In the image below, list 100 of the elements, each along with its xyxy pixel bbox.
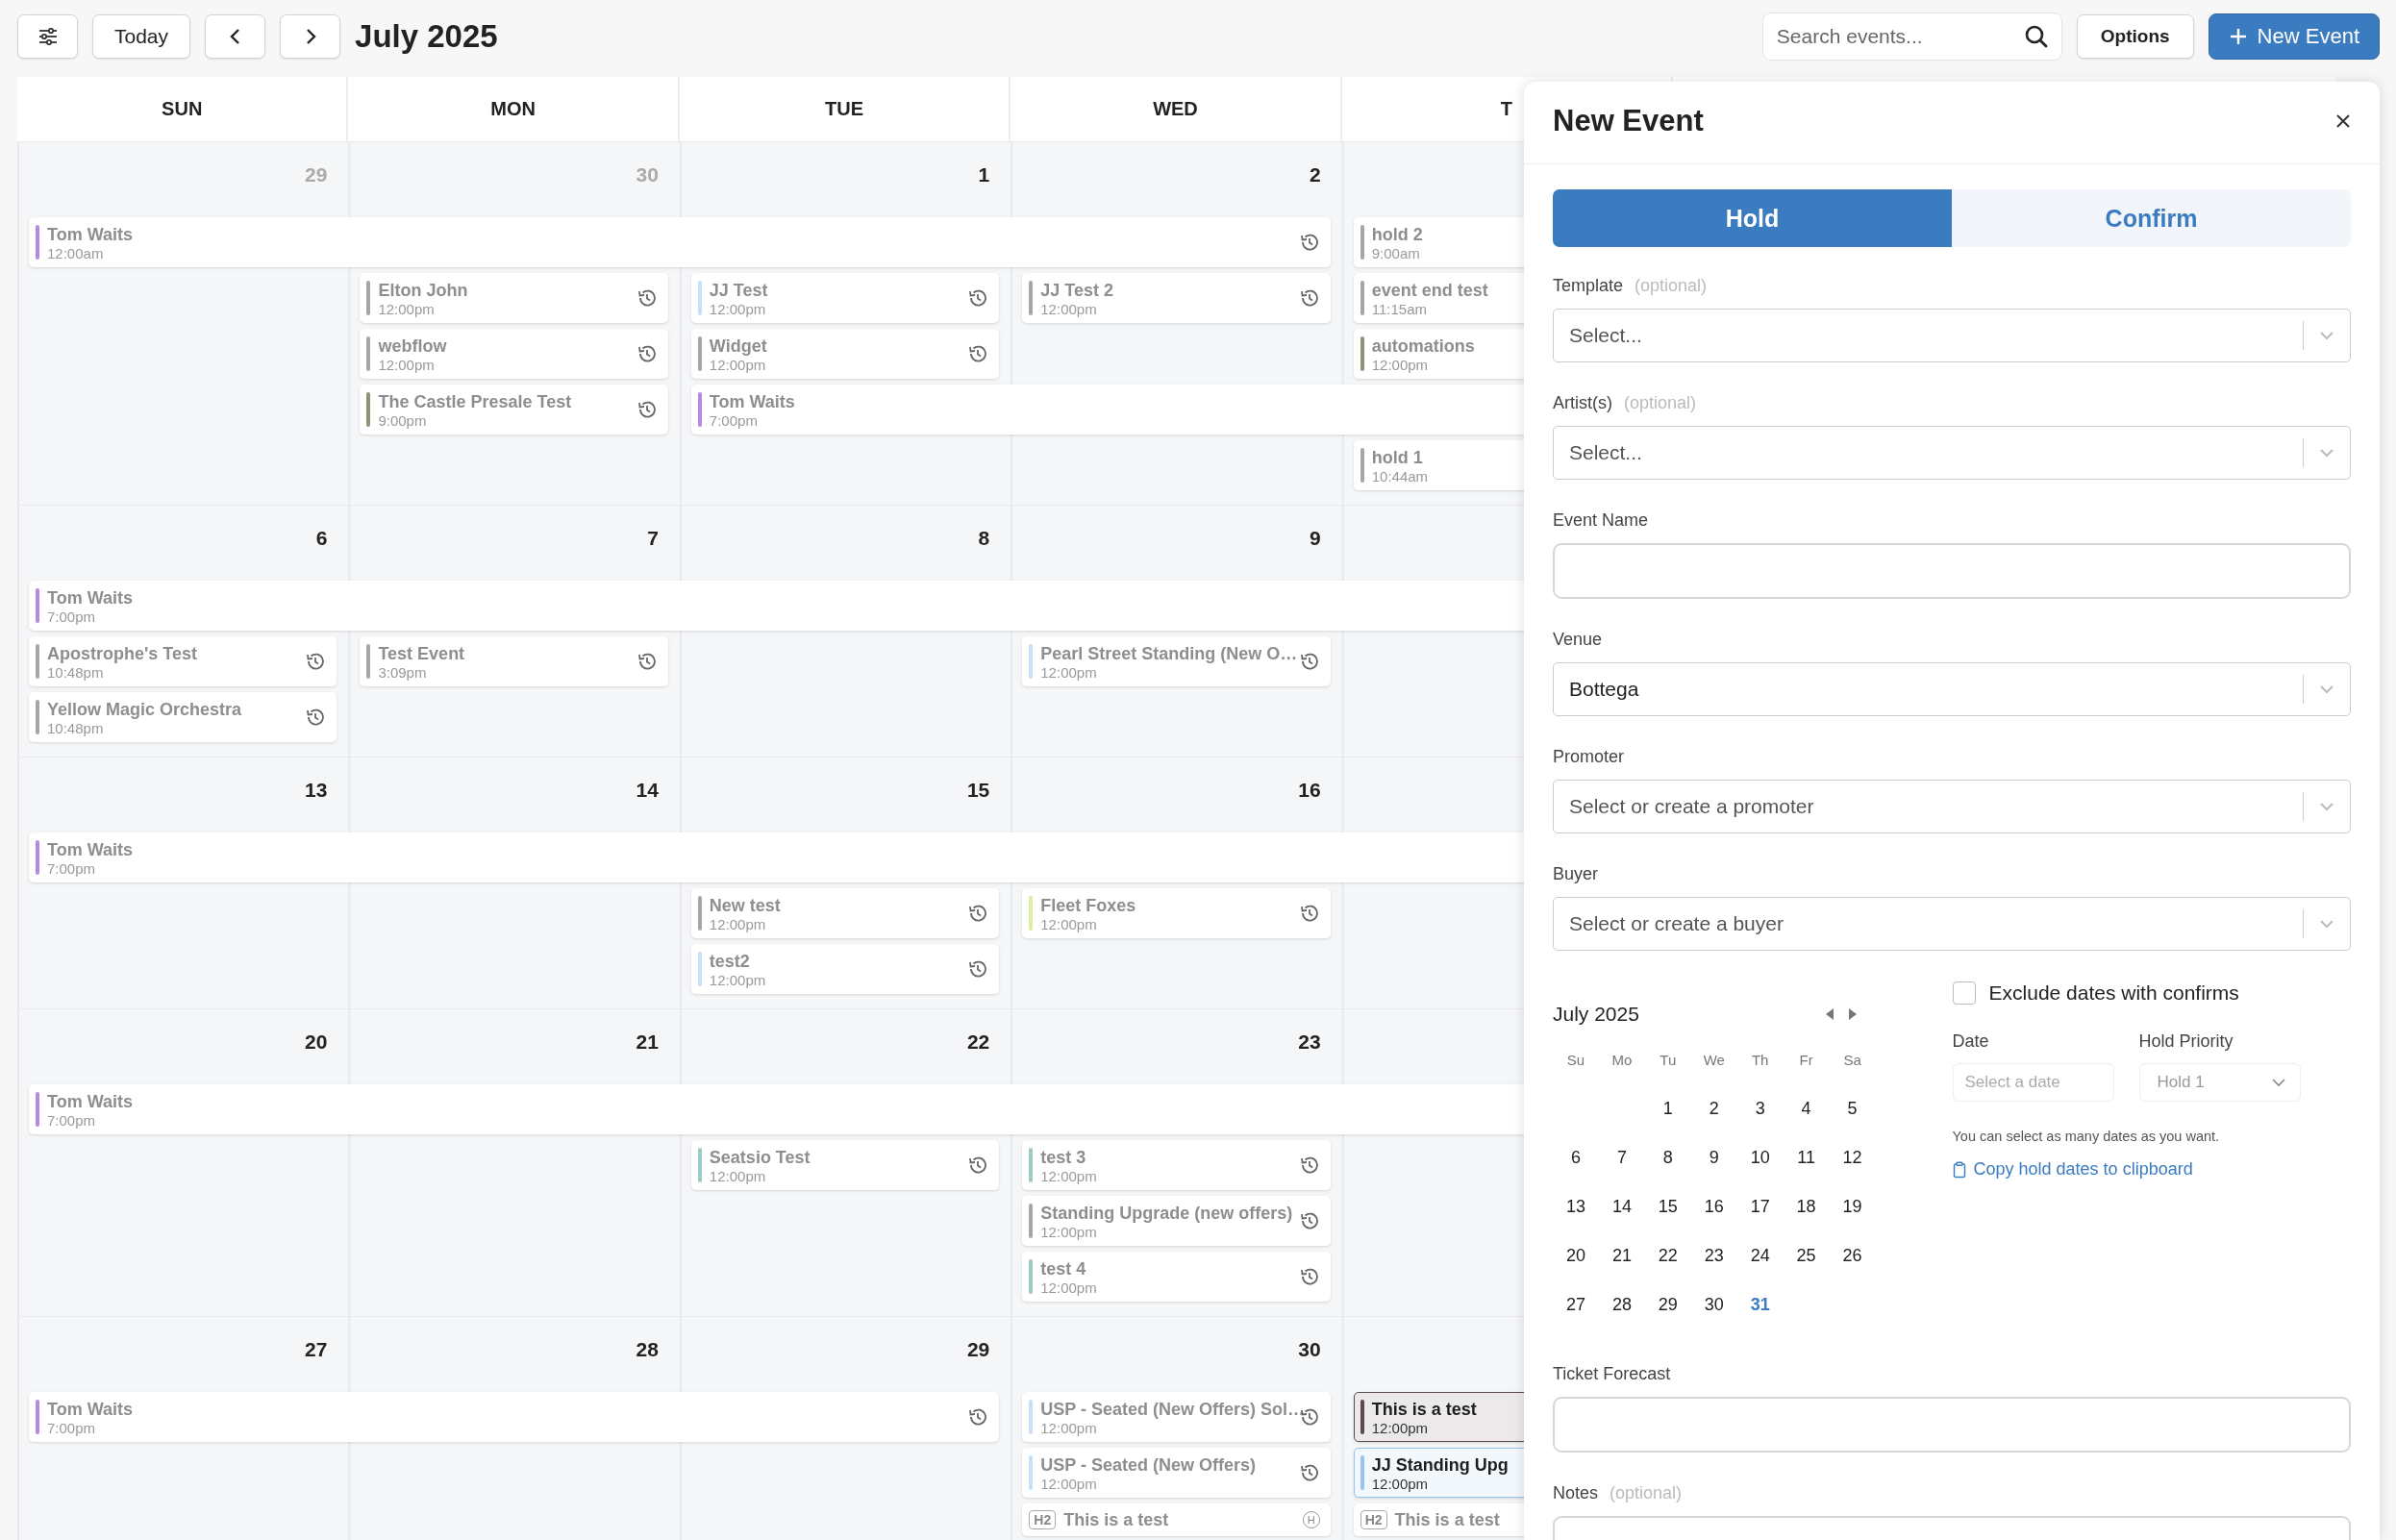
event-title: JJ Test <box>709 279 768 301</box>
picker-day[interactable]: 14 <box>1598 1197 1645 1217</box>
plus-icon <box>2228 27 2248 46</box>
hold-level-badge: H2 <box>1360 1510 1387 1529</box>
history-icon[interactable] <box>967 1155 989 1176</box>
picker-day[interactable]: 2 <box>1690 1099 1737 1119</box>
select-field[interactable]: Select or create a buyer <box>1553 897 2351 951</box>
sliders-icon <box>37 28 59 45</box>
mode-tab[interactable]: Hold <box>1553 189 1952 247</box>
picker-day[interactable]: 28 <box>1598 1295 1645 1315</box>
search-field[interactable]: Search events... <box>1761 12 2062 61</box>
new-event-button[interactable]: New Event <box>2208 13 2380 60</box>
history-icon[interactable] <box>967 1406 989 1428</box>
day-number: 28 <box>635 1337 660 1361</box>
event-title: USP - Seated (New Offers) <box>1040 1453 1256 1476</box>
picker-day[interactable]: 6 <box>1553 1148 1599 1168</box>
picker-day[interactable]: 30 <box>1690 1295 1737 1315</box>
checkbox[interactable] <box>1952 981 1976 1005</box>
picker-day[interactable]: 11 <box>1783 1148 1830 1168</box>
history-icon[interactable] <box>1298 1462 1320 1483</box>
picker-day[interactable]: 1 <box>1644 1099 1691 1119</box>
history-icon[interactable] <box>1298 1210 1320 1231</box>
select-field[interactable]: Select or create a promoter <box>1553 780 2351 833</box>
field-label: Hold Priority <box>2138 1031 2234 1052</box>
history-icon[interactable] <box>1298 287 1320 309</box>
text-field[interactable] <box>1553 1397 2351 1453</box>
picker-day[interactable]: 5 <box>1829 1099 1876 1119</box>
next-month-icon[interactable] <box>1846 1007 1859 1021</box>
picker-day[interactable]: 16 <box>1690 1197 1737 1217</box>
event-title: hold 1 <box>1371 446 1423 468</box>
event-time: 12:00pm <box>1040 1475 1097 1492</box>
event-title: Tom Waits <box>47 1090 133 1112</box>
event-time: 12:00pm <box>1371 1475 1429 1492</box>
history-icon[interactable] <box>305 651 327 672</box>
copy-link[interactable]: Copy hold dates to clipboard <box>1952 1159 2351 1180</box>
picker-day[interactable]: 24 <box>1736 1246 1784 1266</box>
picker-day[interactable]: 27 <box>1553 1295 1599 1315</box>
picker-day[interactable]: 23 <box>1690 1246 1737 1266</box>
event-title: event end test <box>1371 279 1488 301</box>
picker-day[interactable]: 4 <box>1783 1099 1830 1119</box>
history-icon[interactable] <box>967 287 989 309</box>
picker-day[interactable]: 7 <box>1598 1148 1645 1168</box>
event-time: 12:00pm <box>1040 1223 1097 1240</box>
history-icon[interactable] <box>1298 232 1320 253</box>
text-field[interactable] <box>1553 543 2351 599</box>
picker-day[interactable]: 3 <box>1736 1099 1784 1119</box>
picker-day[interactable]: 17 <box>1736 1197 1784 1217</box>
event-time: 7:00pm <box>47 1419 96 1436</box>
options-button[interactable]: Options <box>2076 14 2194 59</box>
event-time: 10:44am <box>1371 467 1429 484</box>
event-card[interactable]: H2 This is a test H <box>1022 1503 1331 1536</box>
today-button[interactable]: Today <box>92 14 191 59</box>
history-icon[interactable] <box>967 903 989 924</box>
history-icon[interactable] <box>1298 1155 1320 1176</box>
close-icon[interactable] <box>2335 112 2351 129</box>
event-time: 10:48pm <box>47 663 104 681</box>
picker-day[interactable]: 10 <box>1736 1148 1784 1168</box>
select-field[interactable]: Select... <box>1553 426 2351 480</box>
history-icon[interactable] <box>1298 903 1320 924</box>
history-icon[interactable] <box>636 651 658 672</box>
picker-day[interactable]: 13 <box>1553 1197 1599 1217</box>
mode-tab[interactable]: Confirm <box>1952 189 2351 247</box>
event-title: webflow <box>378 335 447 357</box>
history-icon[interactable] <box>967 958 989 980</box>
weekday-header: MON <box>348 77 680 141</box>
picker-day[interactable]: 8 <box>1644 1148 1691 1168</box>
event-time: 12:00pm <box>709 300 766 317</box>
select-field[interactable]: Select... <box>1553 309 2351 362</box>
history-icon[interactable] <box>1298 1266 1320 1287</box>
picker-day[interactable]: 19 <box>1829 1197 1876 1217</box>
picker-day[interactable]: 15 <box>1644 1197 1691 1217</box>
event-title: Widget <box>709 335 767 357</box>
picker-day[interactable]: 22 <box>1644 1246 1691 1266</box>
picker-day[interactable]: 21 <box>1598 1246 1645 1266</box>
picker-day[interactable]: 20 <box>1553 1246 1599 1266</box>
event-title: This is a test <box>1371 1398 1477 1420</box>
event-title: hold 2 <box>1371 223 1423 245</box>
history-icon[interactable] <box>636 343 658 364</box>
picker-day[interactable]: 12 <box>1829 1148 1876 1168</box>
history-icon[interactable] <box>1298 651 1320 672</box>
picker-day[interactable]: 18 <box>1783 1197 1830 1217</box>
checkbox-label: Exclude dates with confirms <box>1988 981 2239 1005</box>
picker-day[interactable]: 25 <box>1783 1246 1830 1266</box>
picker-day[interactable]: 31 <box>1736 1295 1784 1315</box>
picker-day[interactable]: 9 <box>1690 1148 1737 1168</box>
history-icon[interactable] <box>636 399 658 420</box>
history-icon[interactable] <box>967 343 989 364</box>
picker-day[interactable]: 29 <box>1644 1295 1691 1315</box>
history-icon[interactable] <box>305 707 327 728</box>
day-number: 29 <box>304 162 329 186</box>
optional-note: (optional) <box>1624 393 1697 413</box>
filter-button[interactable] <box>17 14 78 59</box>
date-field[interactable]: Select a date <box>1952 1063 2114 1102</box>
day-number: 1 <box>977 162 991 186</box>
chevron-down-icon <box>2270 1078 2286 1087</box>
day-number: 20 <box>304 1030 329 1054</box>
day-number: 16 <box>1297 778 1322 802</box>
picker-day[interactable]: 26 <box>1829 1246 1876 1266</box>
select-field[interactable]: Bottega <box>1553 662 2351 716</box>
history-icon[interactable] <box>636 287 658 309</box>
